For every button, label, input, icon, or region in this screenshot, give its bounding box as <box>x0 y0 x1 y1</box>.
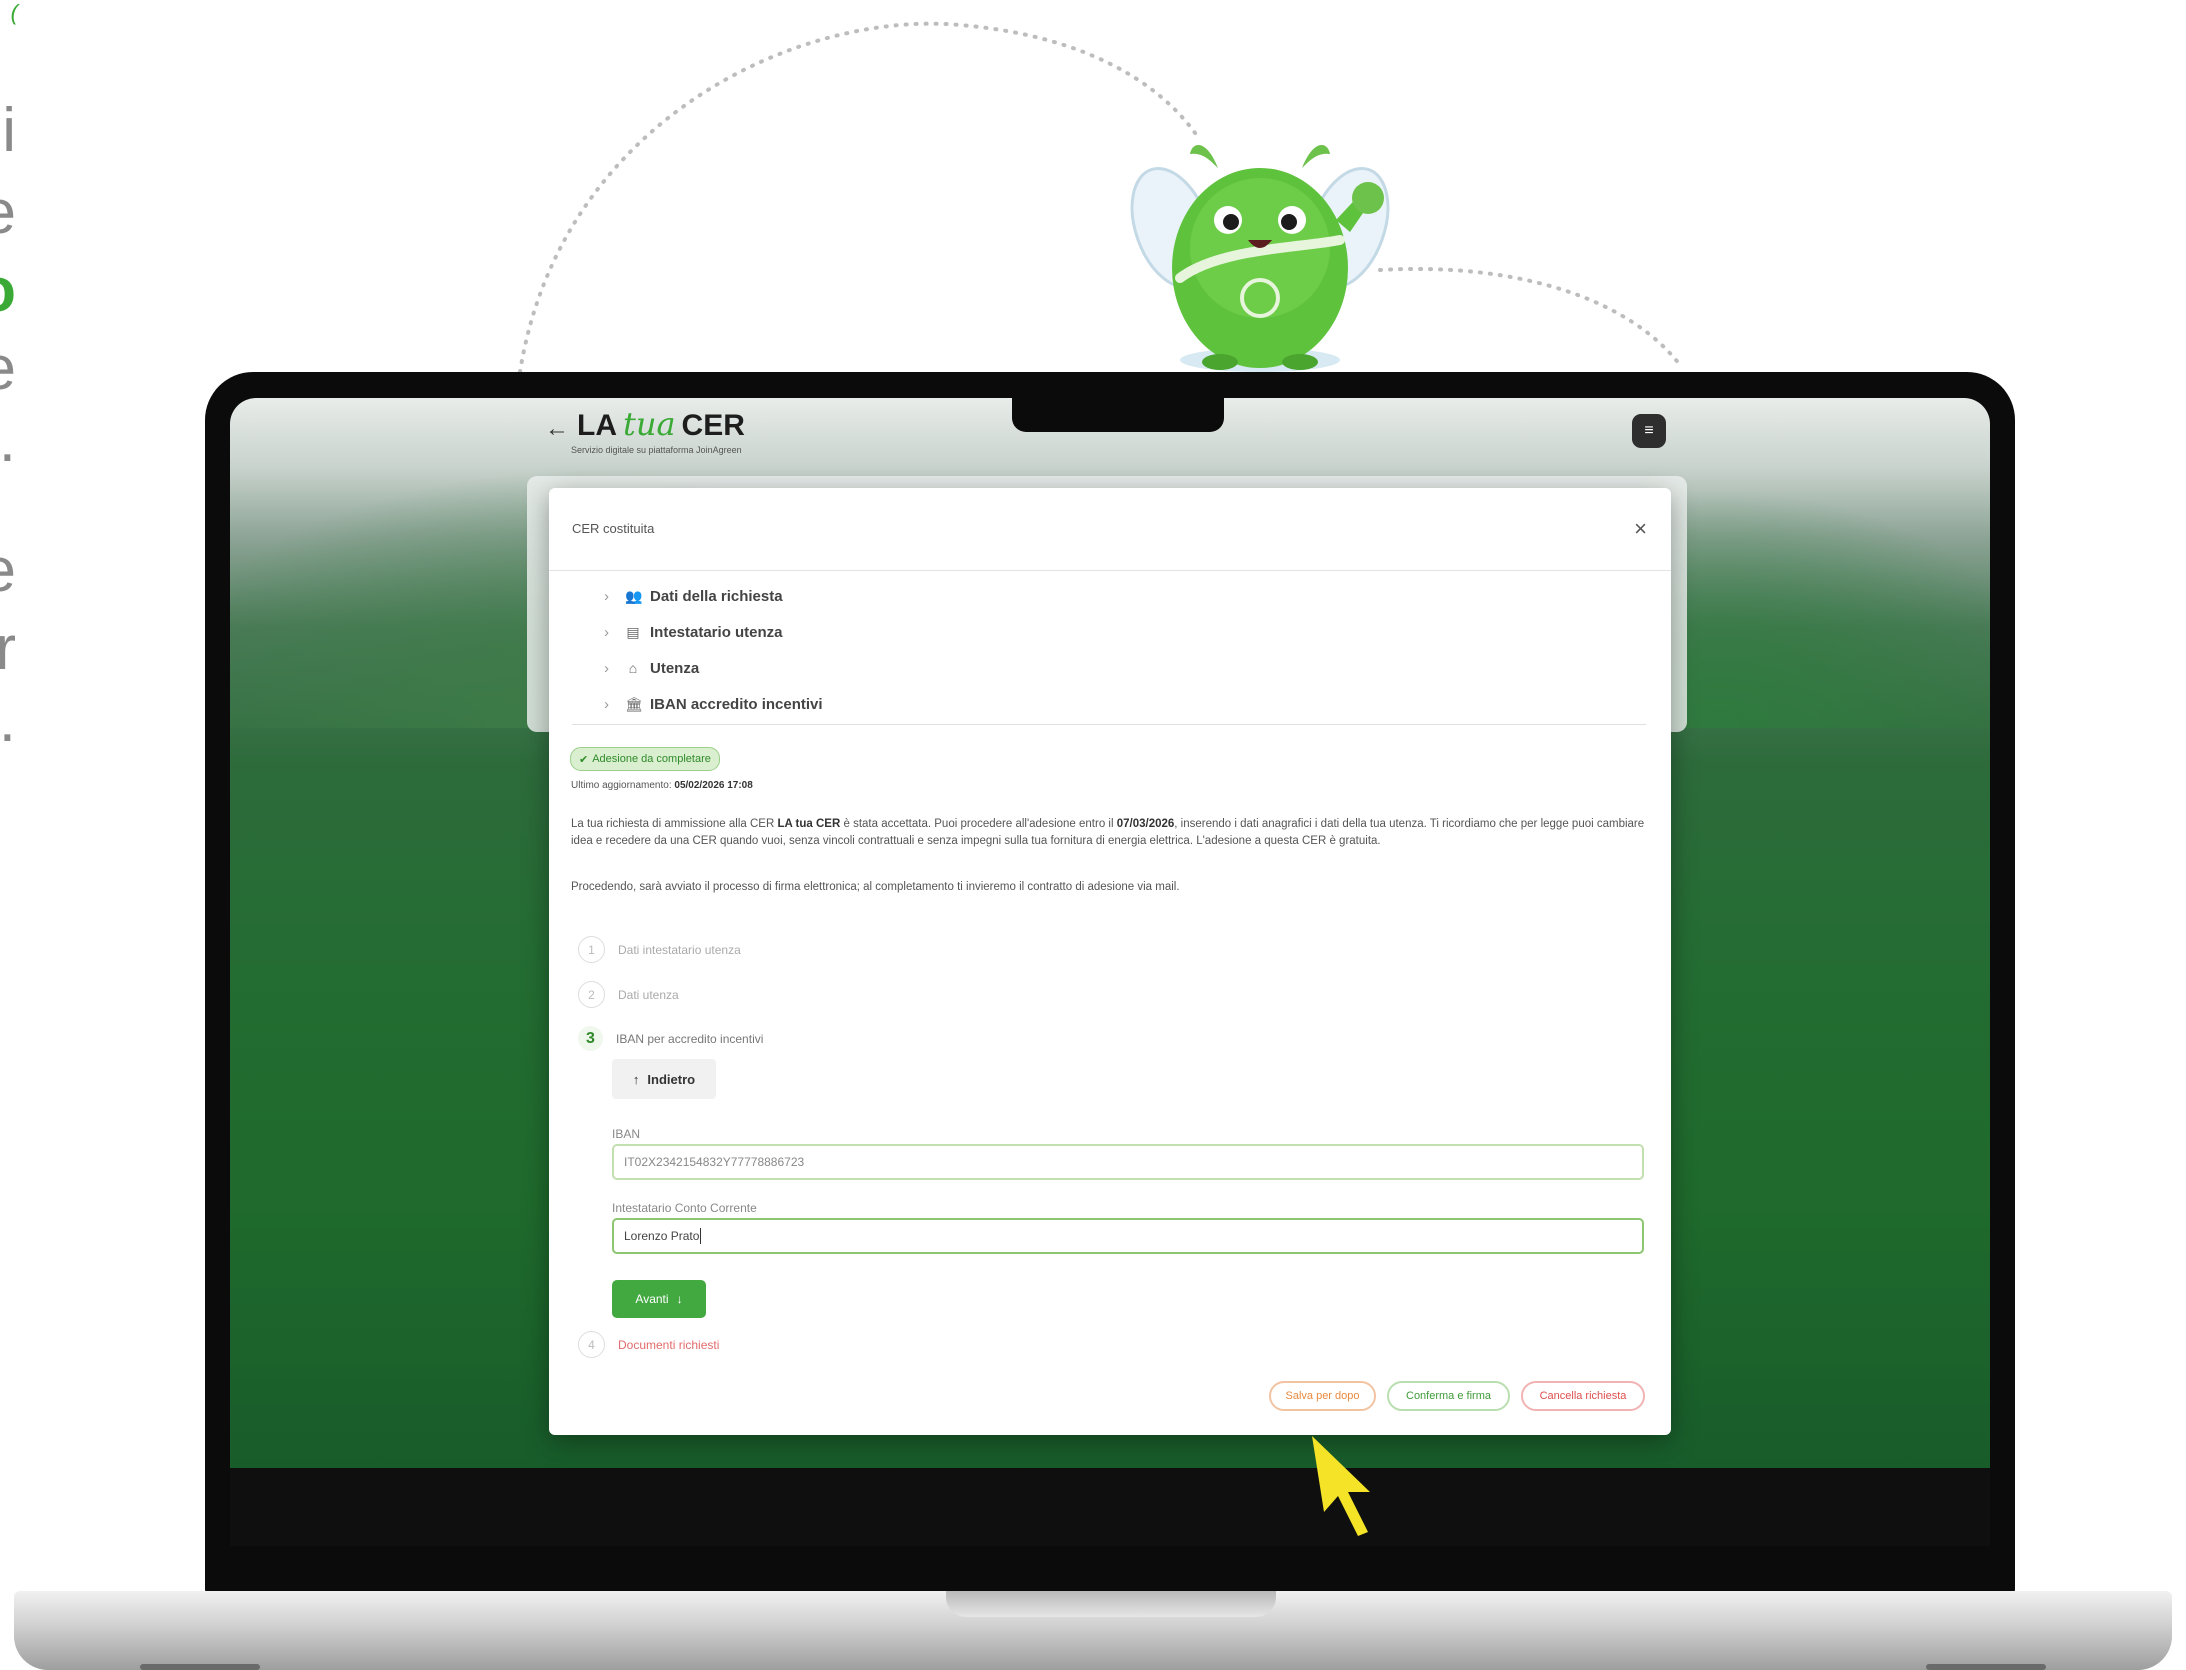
dotted-arc-decoration <box>518 21 1682 374</box>
app-header: ← LA tua CER Servizio digitale su piatta… <box>545 405 1675 465</box>
membership-modal: CER costituita × › 👥 Dati della richiest… <box>549 488 1671 1435</box>
text-caret <box>700 1228 702 1244</box>
back-arrow-icon[interactable]: ← <box>545 415 569 443</box>
step-label: Dati intestatario utenza <box>618 942 741 957</box>
last-updated-value: 05/02/2026 17:08 <box>674 780 753 791</box>
brand-subtitle: Servizio digitale su piattaforma JoinAgr… <box>571 445 742 455</box>
accordion-label: Intestatario utenza <box>650 623 783 641</box>
side-text-line: . <box>0 686 16 755</box>
accordion-label: Utenza <box>650 659 700 677</box>
holder-label: Intestatario Conto Corrente <box>612 1201 757 1215</box>
side-text-line: . <box>0 406 16 475</box>
accordion-label: Dati della richiesta <box>650 587 783 605</box>
house-icon: ⌂ <box>628 660 638 676</box>
confirm-sign-button[interactable]: Conferma e firma <box>1387 1381 1510 1411</box>
accordion-dati-richiesta[interactable]: › 👥 Dati della richiesta <box>604 578 823 614</box>
check-icon: ✔ <box>579 753 589 766</box>
close-icon[interactable]: × <box>1634 516 1647 542</box>
info-paragraph: La tua richiesta di ammissione alla CER … <box>571 818 1645 847</box>
cancel-request-button[interactable]: Cancella richiesta <box>1521 1381 1645 1411</box>
step-number: 4 <box>578 1331 605 1358</box>
brand-tua: tua <box>623 405 676 443</box>
chevron-right-icon: › <box>604 659 609 677</box>
iban-value: IT02X2342154832Y77778886723 <box>624 1155 805 1169</box>
step-number: 1 <box>578 936 605 963</box>
back-button[interactable]: ↑ Indietro <box>612 1059 716 1099</box>
chevron-right-icon: › <box>604 695 609 713</box>
last-updated-label: Ultimo aggiornamento: <box>571 780 672 791</box>
bank-icon: 🏛 <box>625 695 643 712</box>
holder-value: Lorenzo Prato <box>624 1229 700 1243</box>
menu-button[interactable]: ≡ <box>1632 414 1666 448</box>
next-button-label: Avanti <box>635 1292 669 1306</box>
status-badge: ✔ Adesione da completare <box>570 747 720 771</box>
accordion-label: IBAN accredito incentivi <box>650 695 823 713</box>
accordion-intestatario-utenza[interactable]: › ▤ Intestatario utenza <box>604 614 823 650</box>
modal-header: CER costituita × <box>549 488 1671 571</box>
step-number: 3 <box>578 1026 603 1051</box>
step-2[interactable]: 2 Dati utenza <box>578 981 679 1008</box>
arrow-down-icon: ↓ <box>676 1292 683 1306</box>
chevron-right-icon: › <box>604 623 609 641</box>
iban-label: IBAN <box>612 1127 641 1141</box>
signature-paragraph: Procedendo, sarà avviato il processo di … <box>571 881 1180 893</box>
brand-logo[interactable]: ← LA tua CER <box>545 405 745 443</box>
people-icon: 👥 <box>625 587 643 604</box>
accordion-list: › 👥 Dati della richiesta › ▤ Intestatari… <box>604 578 823 722</box>
accordion-iban[interactable]: › 🏛 IBAN accredito incentivi <box>604 686 823 722</box>
step-1[interactable]: 1 Dati intestatario utenza <box>578 936 741 963</box>
step-label: IBAN per accredito incentivi <box>616 1031 764 1046</box>
pointer-arrow-icon <box>1312 1436 1370 1536</box>
step-3[interactable]: 3 IBAN per accredito incentivi <box>578 1026 763 1051</box>
accordion-utenza[interactable]: › ⌂ Utenza <box>604 650 823 686</box>
status-badge-label: Adesione da completare <box>592 753 711 765</box>
arrow-up-icon: ↑ <box>632 1071 640 1087</box>
last-updated: Ultimo aggiornamento: 05/02/2026 17:08 <box>571 780 753 791</box>
step-4[interactable]: 4 Documenti richiesti <box>578 1331 719 1358</box>
brand-la: LA <box>577 409 617 442</box>
step-number: 2 <box>578 981 605 1008</box>
mascot-illustration <box>1130 145 1390 372</box>
step-label: Dati utenza <box>618 987 679 1002</box>
back-button-label: Indietro <box>647 1071 696 1087</box>
brand-cer: CER <box>681 409 745 442</box>
laptop-foot <box>1926 1664 2046 1670</box>
account-holder-field[interactable]: Lorenzo Prato <box>612 1218 1644 1254</box>
side-text-line: e <box>0 540 16 602</box>
document-icon: ▤ <box>626 623 640 640</box>
next-button[interactable]: Avanti ↓ <box>612 1280 706 1318</box>
save-for-later-button[interactable]: Salva per dopo <box>1269 1381 1376 1411</box>
modal-title: CER costituita <box>572 521 655 536</box>
laptop-opening-notch <box>946 1591 1276 1617</box>
side-text-line: r <box>0 614 16 683</box>
laptop-foot <box>140 1664 260 1670</box>
menu-icon: ≡ <box>1644 422 1654 439</box>
divider <box>572 724 1646 725</box>
chevron-right-icon: › <box>604 587 609 605</box>
step-label: Documenti richiesti <box>618 1337 720 1352</box>
iban-field[interactable]: IT02X2342154832Y77778886723 <box>612 1144 1644 1180</box>
